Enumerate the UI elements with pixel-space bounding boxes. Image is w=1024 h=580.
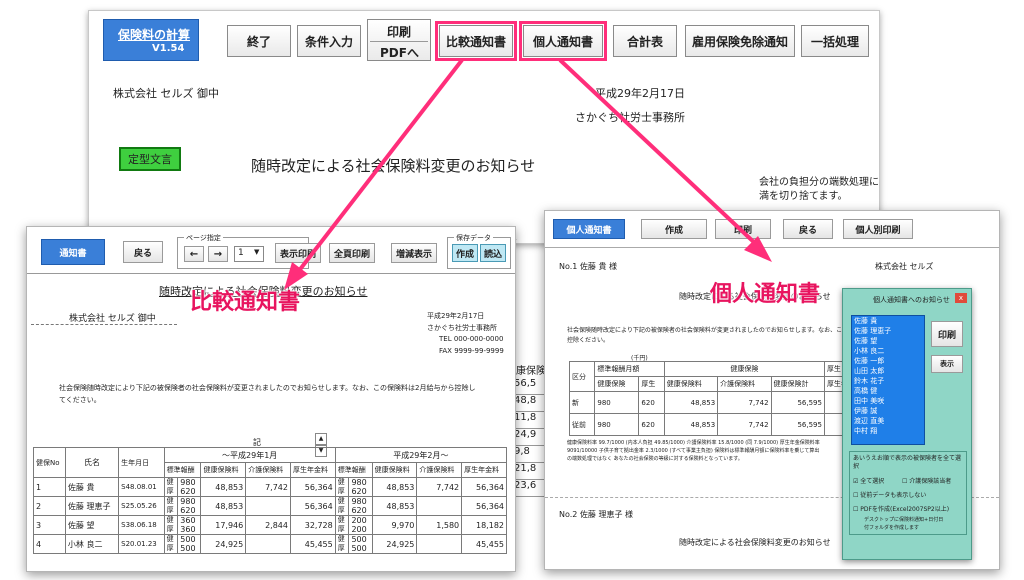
arrow-compare-line <box>296 58 464 274</box>
compare-callout-label: 比較通知書 <box>190 290 301 315</box>
callout-arrows <box>284 58 772 290</box>
individual-callout-label: 個人通知書 <box>710 282 821 307</box>
arrow-individual-head <box>744 236 772 262</box>
arrow-individual-line <box>558 58 760 248</box>
